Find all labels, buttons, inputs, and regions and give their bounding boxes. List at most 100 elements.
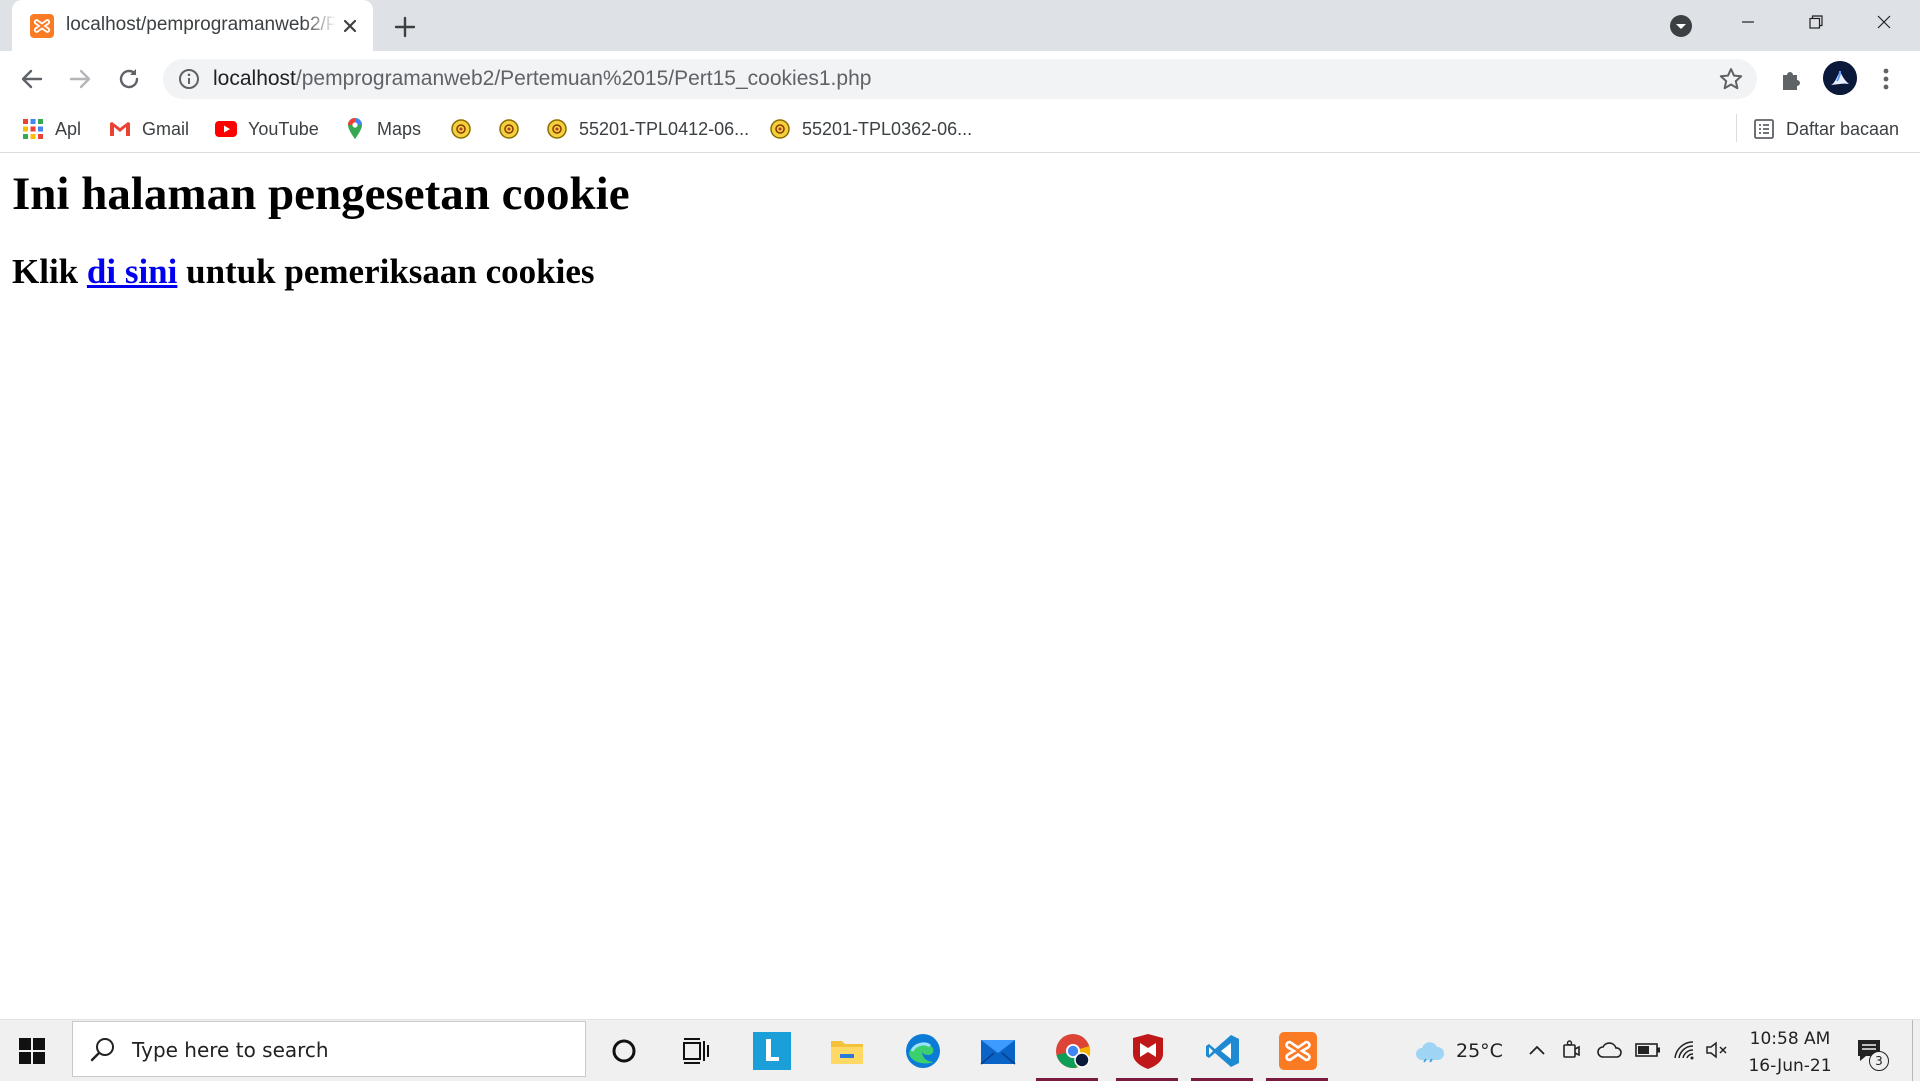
action-center-button[interactable]: 3 xyxy=(1855,1037,1889,1071)
cortana-circle-icon xyxy=(612,1039,636,1063)
address-bar[interactable]: localhost/pemprogramanweb2/Pertemuan%201… xyxy=(163,59,1757,99)
wifi-icon[interactable] xyxy=(1672,1039,1696,1061)
new-tab-icon[interactable] xyxy=(390,12,420,42)
bookmarks-bar: Apl Gmail YouTube Maps 55201-TPL0412-06.… xyxy=(0,106,1920,153)
page-heading: Ini halaman pengesetan cookie xyxy=(12,168,630,220)
apps-grid-icon xyxy=(23,119,43,139)
university-logo-icon xyxy=(547,119,567,139)
xampp-icon xyxy=(1279,1032,1317,1070)
reload-button[interactable] xyxy=(114,64,144,94)
bookmark-label: Gmail xyxy=(142,118,190,139)
more-menu-icon[interactable] xyxy=(1876,64,1896,94)
task-view-button[interactable] xyxy=(675,1030,717,1072)
reading-list-icon xyxy=(1754,119,1774,139)
vscode-icon xyxy=(1206,1035,1239,1067)
instruction-prefix: Klik xyxy=(12,252,87,291)
profile-avatar[interactable] xyxy=(1823,61,1857,95)
speaker-muted-icon[interactable] xyxy=(1705,1040,1729,1060)
chrome-icon xyxy=(1056,1034,1091,1068)
weather-cloud-icon xyxy=(1416,1041,1445,1063)
bookmark-label: Maps xyxy=(377,118,422,139)
bookmark-maps[interactable]: Maps xyxy=(343,115,421,143)
site-info-icon[interactable] xyxy=(178,68,200,90)
taskbar-search-box[interactable]: Type here to search xyxy=(72,1021,586,1077)
weather-temperature: 25°C xyxy=(1456,1039,1503,1062)
youtube-icon xyxy=(215,121,237,137)
onedrive-cloud-icon[interactable] xyxy=(1597,1041,1623,1059)
reading-list-button[interactable]: Daftar bacaan xyxy=(1752,115,1899,143)
maps-icon xyxy=(348,118,362,139)
bookmark-youtube[interactable]: YouTube xyxy=(214,115,319,143)
arrow-right-icon xyxy=(69,69,91,89)
windows-start-icon[interactable] xyxy=(18,1037,46,1065)
web-page-content: Ini halaman pengesetan cookie Klik di si… xyxy=(0,153,1920,1019)
university-logo-icon xyxy=(770,119,790,139)
taskbar-clock[interactable]: 10:58 AM 16-Jun-21 xyxy=(1735,1026,1845,1080)
taskbar-chrome[interactable] xyxy=(1052,1030,1094,1072)
folder-icon xyxy=(831,1041,863,1064)
taskbar-vscode[interactable] xyxy=(1202,1030,1244,1072)
close-icon xyxy=(1877,15,1891,29)
bookmark-tpl0412[interactable]: 55201-TPL0412-06... xyxy=(545,115,749,143)
close-tab-icon[interactable] xyxy=(338,14,362,38)
bookmark-site-2[interactable] xyxy=(497,115,531,143)
mail-icon xyxy=(980,1040,1016,1065)
university-logo-icon xyxy=(499,119,519,139)
minimize-icon xyxy=(1742,21,1754,23)
clock-time: 10:58 AM xyxy=(1749,1029,1831,1049)
cortana-button[interactable] xyxy=(603,1030,645,1072)
minimize-button[interactable] xyxy=(1714,0,1782,44)
bookmark-star-icon[interactable] xyxy=(1718,66,1744,92)
bookmark-label: 55201-TPL0362-06... xyxy=(802,118,973,139)
bookmark-apps[interactable]: Apl xyxy=(21,115,81,143)
close-window-button[interactable] xyxy=(1850,0,1918,44)
taskbar-app-l[interactable] xyxy=(751,1030,793,1072)
tab-title: localhost/pemprogramanweb2/Pertemuan%201… xyxy=(66,14,336,35)
reload-icon xyxy=(119,69,139,89)
bookmarks-divider xyxy=(1736,114,1737,142)
tab-strip: localhost/pemprogramanweb2/Pertemuan%201… xyxy=(0,0,1920,51)
university-logo-icon xyxy=(451,119,471,139)
browser-tab[interactable]: localhost/pemprogramanweb2/Pertemuan%201… xyxy=(12,0,373,51)
bookmark-tpl0362[interactable]: 55201-TPL0362-06... xyxy=(768,115,972,143)
back-button[interactable] xyxy=(17,64,47,94)
battery-icon[interactable] xyxy=(1635,1042,1661,1058)
task-view-icon xyxy=(683,1038,709,1064)
url-host: localhost xyxy=(213,67,296,90)
l-app-icon xyxy=(753,1032,791,1070)
instruction-line: Klik di sini untuk pemeriksaan cookies xyxy=(12,252,595,292)
clock-date: 16-Jun-21 xyxy=(1748,1056,1832,1076)
search-icon xyxy=(90,1038,114,1062)
restore-icon xyxy=(1809,15,1823,29)
bookmark-site-1[interactable] xyxy=(449,115,483,143)
check-cookies-link[interactable]: di sini xyxy=(87,252,177,291)
bookmark-label: Apl xyxy=(55,118,82,139)
bookmark-gmail[interactable]: Gmail xyxy=(108,115,189,143)
notification-count-badge: 3 xyxy=(1869,1051,1889,1071)
extensions-puzzle-icon[interactable] xyxy=(1777,64,1807,94)
taskbar-mcafee[interactable] xyxy=(1127,1030,1169,1072)
tab-search-icon[interactable] xyxy=(1668,13,1694,39)
restore-button[interactable] xyxy=(1782,0,1850,44)
mcafee-shield-icon xyxy=(1133,1034,1163,1069)
weather-widget[interactable]: 25°C xyxy=(1414,1020,1503,1081)
windows-taskbar: Type here to search 25°C 10:58 AM 16-Jun… xyxy=(0,1019,1920,1081)
arrow-left-icon xyxy=(21,69,43,89)
taskbar-mail[interactable] xyxy=(977,1030,1019,1072)
url-text[interactable]: localhost/pemprogramanweb2/Pertemuan%201… xyxy=(213,67,871,91)
taskbar-xampp[interactable] xyxy=(1277,1030,1319,1072)
url-path: /pemprogramanweb2/Pertemuan%2015/Pert15_… xyxy=(295,67,872,90)
bookmark-label: 55201-TPL0412-06... xyxy=(579,118,750,139)
browser-toolbar: localhost/pemprogramanweb2/Pertemuan%201… xyxy=(0,51,1920,106)
gmail-icon xyxy=(110,122,130,136)
taskbar-edge[interactable] xyxy=(902,1030,944,1072)
chevron-up-icon[interactable] xyxy=(1527,1042,1547,1058)
edge-icon xyxy=(906,1034,940,1068)
search-placeholder: Type here to search xyxy=(132,1038,329,1062)
reading-list-label: Daftar bacaan xyxy=(1786,118,1900,139)
instruction-suffix: untuk pemeriksaan cookies xyxy=(177,252,595,291)
taskbar-file-explorer[interactable] xyxy=(826,1030,868,1072)
meet-now-icon[interactable] xyxy=(1561,1039,1581,1061)
show-desktop-button[interactable] xyxy=(1912,1020,1913,1081)
forward-button[interactable] xyxy=(65,64,95,94)
